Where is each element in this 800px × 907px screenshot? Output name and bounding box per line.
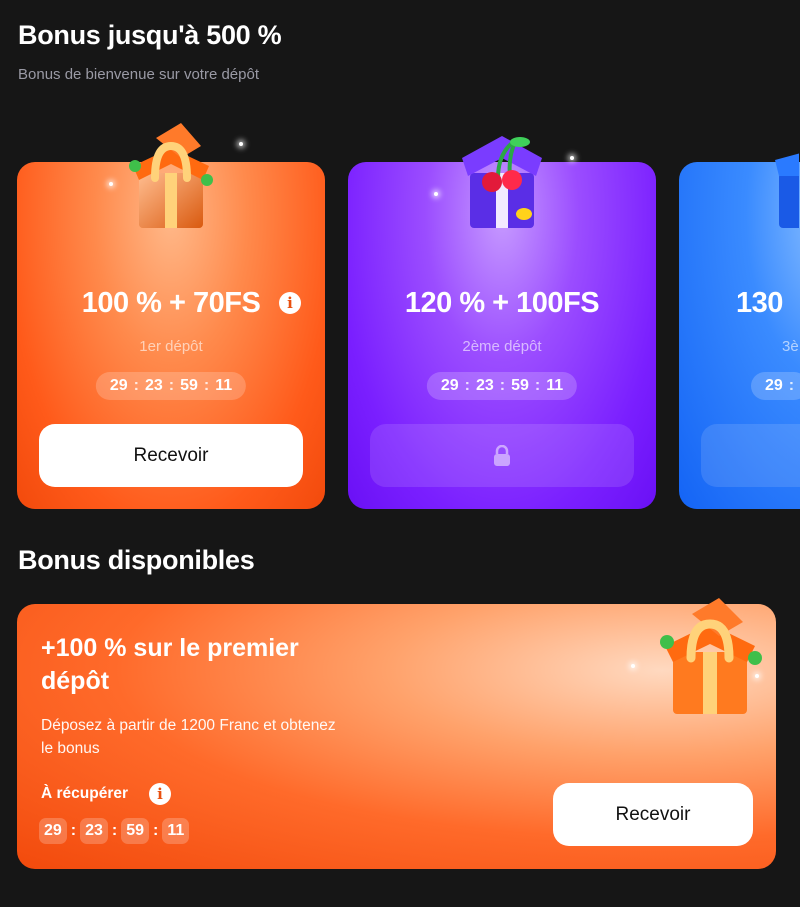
available-bonus-card[interactable]: +100 % sur le premier dépôt Déposez à pa…	[17, 598, 776, 869]
timer-seconds: 11	[162, 818, 190, 844]
gift-horseshoe-icon	[129, 123, 213, 228]
card-deposit-label: 1er dépôt	[139, 338, 203, 355]
countdown-timer: 29: 23: 59: 11	[426, 372, 578, 400]
countdown-timer: 29:	[751, 372, 800, 400]
offer-description: Déposez à partir de 1200 Franc et obtene…	[41, 717, 336, 757]
timer-days: 29	[109, 377, 128, 394]
sparkle-decoration	[239, 142, 243, 146]
receive-button[interactable]: Recevoir	[553, 783, 753, 846]
card-deposit-label: 3è	[782, 338, 799, 355]
locked-button	[701, 424, 800, 487]
bonus-card-third-deposit[interactable]: 130 3è 29:	[679, 153, 800, 509]
deposit-bonus-carousel[interactable]: 100 % + 70FS i 1er dépôt 29: 23: 59: 11 …	[0, 110, 800, 520]
timer-days: 29	[440, 377, 459, 394]
card-bonus-amount: 130	[736, 287, 783, 319]
countdown-timer: 29: 23: 59: 11	[39, 818, 190, 844]
timer-hours: 23	[80, 818, 108, 844]
timer-minutes: 59	[511, 377, 529, 394]
bonus-card-first-deposit[interactable]: 100 % + 70FS i 1er dépôt 29: 23: 59: 11 …	[17, 123, 325, 509]
timer-seconds: 11	[215, 377, 233, 394]
locked-button	[370, 424, 634, 487]
sparkle-decoration	[570, 156, 574, 160]
claim-label: À récupérer	[41, 785, 129, 802]
offer-title: +100 % sur le premier dépôt	[41, 634, 299, 695]
timer-seconds: 11	[546, 377, 564, 394]
bonus-card-second-deposit[interactable]: 120 % + 100FS 2ème dépôt 29: 23: 59: 11	[348, 136, 656, 509]
timer-hours: 23	[475, 377, 494, 394]
lock-icon	[494, 444, 510, 466]
welcome-title: Bonus jusqu'à 500 %	[18, 20, 282, 50]
gift-cherry-icon	[462, 136, 542, 228]
gift-horseshoe-icon	[660, 598, 762, 714]
timer-minutes: 59	[121, 818, 150, 844]
welcome-subtitle: Bonus de bienvenue sur votre dépôt	[18, 66, 260, 83]
timer-minutes: 59	[180, 377, 198, 394]
timer-days: 29	[765, 377, 783, 394]
info-icon[interactable]: i	[279, 292, 301, 314]
countdown-timer: 29: 23: 59: 11	[95, 372, 247, 400]
sparkle-decoration	[109, 182, 113, 186]
timer-days: 29	[39, 818, 67, 844]
receive-button[interactable]: Recevoir	[39, 424, 303, 487]
available-title: Bonus disponibles	[18, 545, 255, 575]
gift-icon	[775, 153, 799, 228]
card-bonus-amount: 120 % + 100FS	[404, 287, 600, 319]
sparkle-decoration	[631, 664, 635, 668]
sparkle-decoration	[755, 674, 759, 678]
timer-hours: 23	[144, 377, 163, 394]
sparkle-decoration	[434, 192, 438, 196]
card-deposit-label: 2ème dépôt	[462, 338, 542, 355]
info-icon[interactable]: i	[149, 783, 171, 805]
